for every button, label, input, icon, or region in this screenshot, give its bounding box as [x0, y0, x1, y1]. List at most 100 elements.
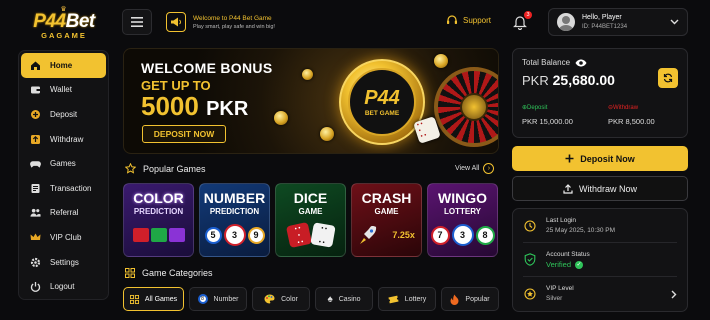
number-balls-icon: 5 3 9	[200, 220, 269, 250]
game-card-number-prediction[interactable]: NUMBER PREDICTION 5 3 9	[199, 183, 270, 257]
deposit-summary-label: Deposit	[527, 105, 548, 111]
category-all-games[interactable]: All Games	[123, 287, 184, 311]
sidebar-item-referral[interactable]: Referral	[21, 201, 106, 226]
deposit-now-button[interactable]: Deposit Now	[512, 146, 688, 171]
check-circle-icon: ✓	[575, 260, 584, 269]
eye-icon[interactable]	[575, 59, 587, 67]
grid-icon	[129, 294, 139, 304]
coin-decoration	[320, 127, 334, 141]
game-title: NUMBER	[203, 190, 266, 206]
game-title: CRASH	[361, 190, 412, 206]
coin-decoration	[274, 111, 288, 125]
category-casino[interactable]: ♠ Casino	[315, 287, 373, 311]
sidebar-item-label: Referral	[50, 208, 79, 218]
section-title: Popular Games	[143, 163, 206, 174]
sidebar-item-wallet[interactable]: Wallet	[21, 78, 106, 103]
section-title: Game Categories	[142, 268, 213, 278]
sidebar-item-label: Games	[50, 159, 76, 169]
lottery-balls-icon: 7 3 8	[428, 220, 497, 250]
game-card-wingo-lottery[interactable]: WINGO LOTTERY 7 3 8	[427, 183, 498, 257]
sidebar-item-label: Wallet	[50, 85, 72, 95]
gamepad-icon	[30, 158, 41, 169]
grid-icon	[125, 268, 135, 278]
roulette-wheel-icon	[434, 67, 498, 147]
welcome-bonus-banner[interactable]: WELCOME BONUS GET UP TO 5000 PKR DEPOSIT…	[123, 48, 499, 154]
game-subtitle: PREDICTION	[209, 207, 260, 216]
sidebar: Home Wallet Deposit Withdraw Games Trans…	[18, 50, 109, 300]
star-icon	[125, 163, 136, 174]
sidebar-item-label: Withdraw	[50, 134, 84, 144]
sidebar-item-withdraw[interactable]: Withdraw	[21, 127, 106, 152]
vip-level-row[interactable]: VIP Level Silver	[523, 277, 677, 311]
balance-label: Total Balance	[522, 58, 571, 67]
deposit-now-label: Deposit Now	[580, 153, 635, 164]
coin-title: P44	[364, 86, 400, 109]
sidebar-item-vip-club[interactable]: VIP Club	[21, 225, 106, 250]
category-label: Lottery	[404, 295, 427, 303]
sidebar-item-label: Transaction	[50, 183, 92, 193]
withdraw-now-button[interactable]: Withdraw Now	[512, 176, 688, 201]
category-label: All Games	[144, 295, 178, 303]
upload-icon	[563, 183, 573, 194]
game-subtitle: PREDICTION	[133, 207, 184, 216]
menu-button[interactable]	[122, 9, 152, 35]
withdraw-summary: ⊖Withdraw PKR 8,500.00	[608, 104, 655, 126]
sidebar-item-label: Home	[50, 60, 73, 70]
deposit-icon	[30, 109, 41, 120]
sidebar-item-games[interactable]: Games	[21, 151, 106, 176]
logo-text-part2: Bet	[65, 11, 96, 32]
support-link[interactable]: Support	[446, 14, 491, 26]
last-login-row: Last Login 25 May 2025, 10:30 PM	[523, 209, 677, 243]
sidebar-item-label: Logout	[50, 282, 75, 292]
user-menu[interactable]: Hello, Player ID: P44BET1234	[548, 8, 688, 36]
balance-currency: PKR	[522, 73, 549, 88]
game-subtitle: LOTTERY	[443, 207, 482, 216]
user-id: ID: P44BET1234	[582, 23, 628, 30]
balance-amount: PKR 25,680.00	[522, 72, 678, 88]
category-label: Number	[213, 295, 239, 303]
refresh-balance-button[interactable]	[658, 68, 678, 88]
game-title: WINGO	[438, 190, 487, 206]
sidebar-item-transaction[interactable]: Transaction	[21, 176, 106, 201]
sidebar-item-label: VIP Club	[50, 232, 82, 242]
sidebar-item-deposit[interactable]: Deposit	[21, 102, 106, 127]
category-number[interactable]: 8 Number	[189, 287, 247, 311]
category-lottery[interactable]: Lottery	[378, 287, 436, 311]
popular-games-header: Popular Games	[125, 163, 206, 174]
announcement-subtitle: Play smart, play safe and win big!	[193, 23, 275, 30]
logo[interactable]: ♛ P44Bet GAGAME	[20, 6, 108, 46]
sidebar-item-settings[interactable]: Settings	[21, 250, 106, 275]
transaction-icon	[30, 183, 41, 194]
crown-icon	[30, 232, 41, 243]
spade-icon: ♠	[327, 293, 333, 305]
game-card-crash-game[interactable]: CRASH GAME 7.25x	[351, 183, 422, 257]
account-status-row: Account Status Verified ✓	[523, 243, 677, 277]
account-status-value: Verified ✓	[546, 260, 677, 270]
view-all-link[interactable]: View All ›	[455, 163, 495, 174]
hamburger-icon	[131, 17, 143, 27]
category-label: Popular	[465, 295, 490, 303]
banner-amount: 5000 PKR	[141, 91, 248, 124]
sidebar-item-logout[interactable]: Logout	[21, 274, 106, 299]
category-color[interactable]: Color	[252, 287, 310, 311]
banner-deposit-button[interactable]: DEPOSIT NOW	[142, 125, 226, 143]
referral-icon	[30, 207, 41, 218]
category-list: All Games 8 Number Color ♠ Casino Lotter…	[123, 287, 499, 311]
deposit-summary: ⊕Deposit PKR 15,000.00	[522, 104, 573, 126]
number-ball-icon: 8	[197, 294, 208, 304]
withdraw-summary-label: Withdraw	[613, 105, 639, 111]
sidebar-item-home[interactable]: Home	[21, 53, 106, 78]
category-label: Color	[281, 295, 298, 303]
crash-multiplier: 7.25x	[392, 230, 415, 240]
logo-text-part1: P44	[33, 11, 66, 32]
notifications-button[interactable]: 3	[513, 11, 532, 31]
category-popular[interactable]: Popular	[441, 287, 499, 311]
coin-decoration	[302, 69, 313, 80]
gear-icon	[30, 257, 41, 268]
ticket-icon	[388, 295, 399, 303]
game-card-color-prediction[interactable]: COLOR PREDICTION	[123, 183, 194, 257]
account-status-label: Account Status	[546, 250, 590, 258]
banner-title: WELCOME BONUS	[141, 60, 273, 76]
power-icon	[30, 281, 41, 292]
game-card-dice-game[interactable]: DICE GAME • • • • • • • • •	[275, 183, 346, 257]
